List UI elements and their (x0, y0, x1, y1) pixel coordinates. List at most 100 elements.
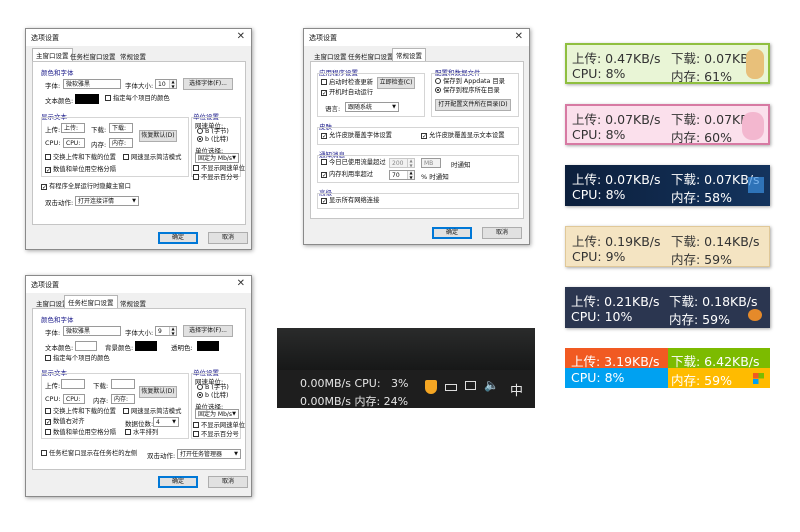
ok-button[interactable]: 确定 (432, 227, 472, 239)
unit-select-value: 固定为 Mb/s (198, 155, 233, 162)
title-bar: 选项设置 ✕ (304, 29, 529, 46)
restore-default-button[interactable]: 恢复默认(D) (139, 130, 177, 142)
font-input[interactable]: 微软雅黑 (63, 79, 121, 89)
tab-general[interactable]: 常规设置 (116, 296, 150, 308)
close-icon[interactable]: ✕ (237, 31, 245, 42)
upload-input[interactable]: 上传: (61, 123, 85, 133)
close-icon[interactable]: ✕ (515, 31, 523, 42)
upload-speed: 上传: 0.19KB/s (572, 234, 661, 249)
unit-select-dropdown[interactable]: 固定为 Mb/s ▼ (195, 153, 239, 163)
shield-icon[interactable] (425, 380, 437, 394)
hide-fullscreen-checkbox[interactable]: ✓ 有程序全屏运行时隐藏主窗口 (41, 183, 131, 191)
simple-mode-checkbox[interactable]: 网速显示简洁模式 (123, 408, 181, 416)
restore-default-button[interactable]: 恢复默认(D) (139, 386, 177, 398)
cpu-usage: CPU: 8% (572, 127, 626, 142)
no-speed-unit-checkbox[interactable]: 不显示网速单位 (193, 422, 245, 430)
checkbox-label: 启动时检查更新 (329, 79, 374, 86)
spinner-icon[interactable]: ▲ ▼ (169, 327, 176, 335)
language-dropdown[interactable]: 跟随系统 ▼ (345, 102, 399, 112)
cancel-button[interactable]: 取消 (208, 232, 248, 244)
percent-notify-label: % 时通知 (421, 173, 449, 181)
tab-panel: 颜色和字体 字体: 微软雅黑 字体大小: 9 ▲ ▼ 选择字体(F)... 文本颜色… (32, 308, 246, 470)
font-size-input[interactable]: 9 ▲ ▼ (155, 326, 177, 336)
cpu-input[interactable]: CPU: (63, 138, 85, 148)
digits-dropdown[interactable]: 4 ▼ (153, 417, 179, 427)
swap-up-down-checkbox[interactable]: 交换上传和下载的位置 (45, 408, 116, 416)
font-size-input[interactable]: 10 ▲ ▼ (155, 79, 177, 89)
unit-bit-radio[interactable]: b (比特) (197, 136, 229, 144)
open-config-dir-button[interactable]: 打开配置文件所在目录(D) (435, 99, 511, 111)
traffic-unit-dropdown[interactable]: MB (421, 158, 441, 168)
transparent-color-swatch[interactable] (197, 341, 219, 351)
ok-button[interactable]: 确定 (158, 232, 198, 244)
unit-select-dropdown[interactable]: 固定为 Mb/s ▼ (195, 409, 239, 419)
download-speed: 下载: 0.14KB/s (671, 234, 760, 249)
bg-color-swatch[interactable] (135, 341, 157, 351)
download-input[interactable] (111, 379, 135, 389)
double-click-dropdown[interactable]: 打开连接详情 ▼ (75, 196, 139, 206)
close-icon[interactable]: ✕ (237, 278, 245, 289)
choose-font-button[interactable]: 选择字体(F)... (183, 78, 233, 90)
download-speed: 下载: 0.07KB/s (671, 172, 760, 187)
horizontal-checkbox[interactable]: 水平排列 (125, 429, 158, 437)
unit-space-checkbox[interactable]: ✓ 数值和单位用空格分隔 (45, 166, 116, 174)
spinner-icon[interactable]: ▲ ▼ (169, 80, 176, 88)
spinner-icon[interactable]: ▲ ▼ (407, 171, 414, 179)
ok-button[interactable]: 确定 (158, 476, 198, 488)
skin-text-checkbox[interactable]: ✓ 允许皮肤覆盖显示文本设置 (421, 132, 505, 140)
unit-byte-radio[interactable]: B (字节) (197, 384, 229, 392)
check-now-button[interactable]: 立即检查(C) (377, 77, 415, 89)
unit-space-checkbox[interactable]: 数值和单位用空格分隔 (45, 429, 116, 437)
left-of-taskbar-checkbox[interactable]: 任务栏窗口显示在任务栏的左侧 (41, 450, 137, 458)
upload-input[interactable] (61, 379, 85, 389)
auto-start-checkbox[interactable]: ✓ 开机时自动运行 (321, 89, 373, 97)
choose-font-button[interactable]: 选择字体(F)... (183, 325, 233, 337)
unit-byte-radio[interactable]: B (字节) (197, 128, 229, 136)
traffic-threshold-input[interactable]: 200 ▲ ▼ (389, 158, 415, 168)
no-speed-unit-checkbox[interactable]: 不显示网速单位 (193, 165, 245, 173)
spinner-icon[interactable]: ▲ ▼ (407, 159, 414, 167)
chevron-down-icon: ▼ (392, 104, 396, 110)
skin-font-checkbox[interactable]: ✓ 允许皮肤覆盖字体设置 (321, 132, 392, 140)
save-appdata-radio[interactable]: 保存到 Appdata 目录 (435, 78, 505, 86)
text-color-swatch[interactable] (75, 341, 97, 351)
text-color-label: 文本颜色: (45, 97, 74, 105)
show-all-connections-checkbox[interactable]: ✓ 显示所有网络连接 (321, 197, 379, 205)
right-align-checkbox[interactable]: ✓ 数值右对齐 (45, 418, 84, 426)
cancel-button[interactable]: 取消 (482, 227, 522, 239)
memory-input[interactable]: 内存: (109, 138, 133, 148)
ime-indicator[interactable]: 中 (510, 380, 523, 399)
network-icon[interactable] (465, 381, 476, 390)
specify-each-color-checkbox[interactable]: 指定每个项目的颜色 (105, 95, 170, 103)
specify-each-color-checkbox[interactable]: 指定每个项目的颜色 (45, 355, 110, 363)
volume-icon[interactable]: 🔈 (484, 378, 499, 392)
save-program-dir-radio[interactable]: 保存到程序所在目录 (435, 87, 500, 95)
checkbox-label: 开机时自动运行 (329, 89, 374, 96)
double-click-dropdown[interactable]: 打开任务管理器 ▼ (177, 449, 241, 459)
tab-general[interactable]: 常规设置 (116, 49, 150, 61)
download-input[interactable]: 下载: (109, 123, 133, 133)
cancel-button[interactable]: 取消 (208, 476, 248, 488)
simple-mode-checkbox[interactable]: 网速显示简洁模式 (123, 154, 181, 162)
auto-update-checkbox[interactable]: 启动时检查更新 (321, 79, 373, 87)
no-percent-checkbox[interactable]: 不显示百分号 (193, 174, 239, 182)
checkbox-label: 网速显示简洁模式 (131, 408, 182, 415)
memory-input[interactable]: 内存: (111, 394, 135, 404)
battery-icon[interactable] (445, 384, 457, 391)
no-percent-checkbox[interactable]: 不显示百分号 (193, 431, 239, 439)
memory-threshold-input[interactable]: 70 ▲ ▼ (389, 170, 415, 180)
swap-up-down-checkbox[interactable]: 交换上传和下载的位置 (45, 154, 116, 162)
text-color-swatch[interactable] (75, 94, 99, 104)
tab-taskbar-window[interactable]: 任务栏窗口设置 (344, 49, 398, 61)
double-click-value: 打开任务管理器 (180, 451, 223, 458)
tab-taskbar-window[interactable]: 任务栏窗口设置 (64, 295, 118, 308)
tab-taskbar-window[interactable]: 任务栏窗口设置 (66, 49, 120, 61)
memory-notify-checkbox[interactable]: ✓ 内存利用率超过 (321, 171, 373, 179)
dialog-title: 选项设置 (31, 34, 59, 42)
cpu-input[interactable]: CPU: (63, 394, 85, 404)
tab-general[interactable]: 常规设置 (392, 48, 426, 61)
traffic-notify-checkbox[interactable]: 今日已使用流量超过 (321, 159, 386, 167)
font-input[interactable]: 微软雅黑 (63, 326, 121, 336)
unit-bit-radio[interactable]: b (比特) (197, 392, 229, 400)
checkbox-icon (45, 408, 51, 414)
